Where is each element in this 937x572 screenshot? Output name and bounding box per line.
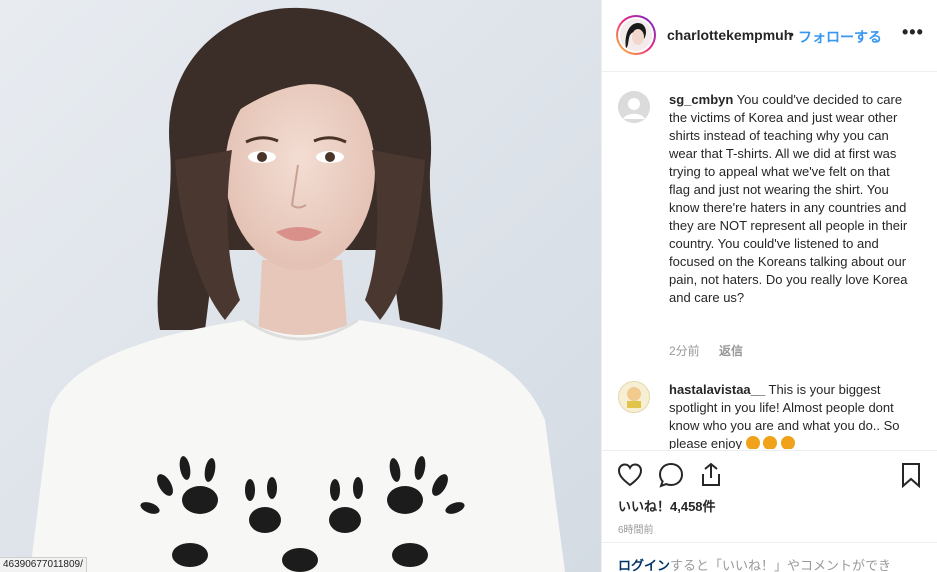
comment-meta: 2分前 返信 [669, 342, 743, 359]
comment-text: You could've decided to care the victims… [669, 92, 908, 305]
author-username[interactable]: charlottekempmuh [667, 27, 792, 43]
like-count[interactable]: いいね！4,458件 [618, 496, 716, 515]
commenter-avatar[interactable] [618, 91, 650, 123]
cartoon-avatar-icon [619, 382, 649, 412]
author-avatar[interactable] [616, 15, 656, 55]
emoji-icon [745, 436, 760, 449]
login-link[interactable]: ログイン [618, 558, 670, 572]
comment-body: hastalavistaa__ This is your biggest spo… [669, 381, 909, 449]
comment-body: sg_cmbyn You could've decided to care th… [669, 91, 909, 307]
bookmark-icon[interactable] [897, 461, 925, 489]
comments-list[interactable]: sg_cmbyn You could've decided to care th… [602, 73, 937, 449]
login-prompt-text: すると「いいね！」やコメントができ [670, 558, 892, 572]
separator-dot: • [789, 26, 794, 42]
url-fragment: 46390677011809/ [0, 557, 87, 572]
post-side-panel: charlottekempmuh • フォローする ••• sg_cmbyn Y… [601, 0, 937, 572]
action-bar [602, 450, 937, 496]
more-options-icon[interactable]: ••• [902, 22, 924, 43]
commenter-avatar[interactable] [618, 381, 650, 413]
comment-username[interactable]: sg_cmbyn [669, 92, 733, 107]
follow-button[interactable]: フォローする [798, 27, 882, 47]
emoji-icon [780, 436, 795, 449]
comment-time: 2分前 [669, 344, 700, 358]
share-icon[interactable] [697, 461, 725, 489]
model-photo-illustration [0, 0, 601, 572]
comment-username[interactable]: hastalavistaa__ [669, 382, 765, 397]
post-header: charlottekempmuh • フォローする ••• [602, 0, 937, 72]
post-photo[interactable]: 46390677011809/ [0, 0, 601, 572]
reply-button[interactable]: 返信 [719, 344, 743, 358]
comment-icon[interactable] [657, 461, 685, 489]
avatar-face-icon [620, 19, 652, 51]
post-timestamp: 6時間前 [618, 525, 654, 536]
login-prompt: ログインすると「いいね！」やコメントができ [602, 542, 937, 572]
default-user-icon [618, 91, 650, 123]
comment-item: sg_cmbyn You could've decided to care th… [618, 91, 922, 371]
instagram-post: 46390677011809/ charlottekempmuh • フォローす… [0, 0, 937, 572]
heart-icon[interactable] [616, 461, 644, 489]
emoji-icon [763, 436, 778, 449]
comment-item: hastalavistaa__ This is your biggest spo… [618, 381, 922, 449]
